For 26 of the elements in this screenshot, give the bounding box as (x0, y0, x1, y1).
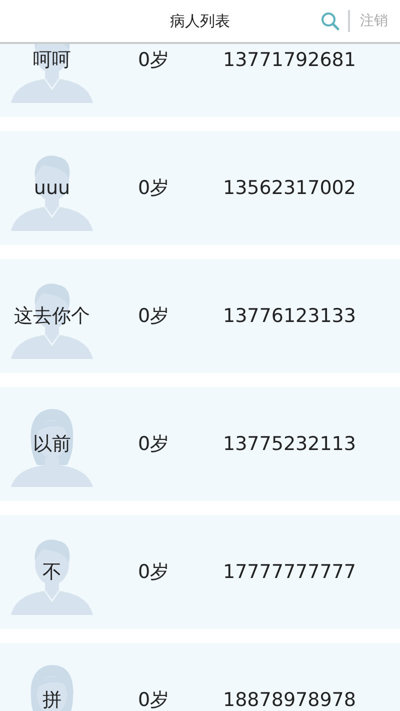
patient-phone: 13562317002 (223, 178, 357, 198)
patient-phone: 13776123133 (223, 306, 357, 326)
patient-phone: 17777777777 (223, 562, 357, 582)
patient-card[interactable]: 呵呵 0岁 13771792681 (0, 44, 400, 117)
patient-card[interactable]: uuu 0岁 13562317002 (0, 131, 400, 245)
patient-age: 0岁 (137, 690, 170, 710)
patient-name: 不 (42, 562, 62, 582)
patient-card[interactable]: 以前 0岁 13775232113 (0, 387, 400, 501)
search-icon[interactable] (320, 11, 340, 31)
page-title: 病人列表 (170, 12, 230, 30)
patient-phone: 13771792681 (223, 50, 357, 70)
patient-name: 呵呵 (33, 50, 71, 70)
patient-name: uuu (34, 178, 70, 198)
patient-age: 0岁 (137, 306, 170, 326)
patient-age: 0岁 (137, 178, 170, 198)
patient-name: 以前 (33, 434, 71, 454)
patient-name: 拼 (42, 690, 62, 710)
patient-age: 0岁 (137, 562, 170, 582)
patient-card[interactable]: 这去你个 0岁 13776123133 (0, 259, 400, 373)
patient-card[interactable]: 拼 0岁 18878978978 (0, 643, 400, 711)
patient-phone: 13775232113 (223, 434, 357, 454)
patient-phone: 18878978978 (223, 690, 357, 710)
patient-name: 这去你个 (14, 306, 90, 326)
patient-age: 0岁 (137, 434, 170, 454)
patient-age: 0岁 (137, 50, 170, 70)
patient-card[interactable]: 不 0岁 17777777777 (0, 515, 400, 629)
